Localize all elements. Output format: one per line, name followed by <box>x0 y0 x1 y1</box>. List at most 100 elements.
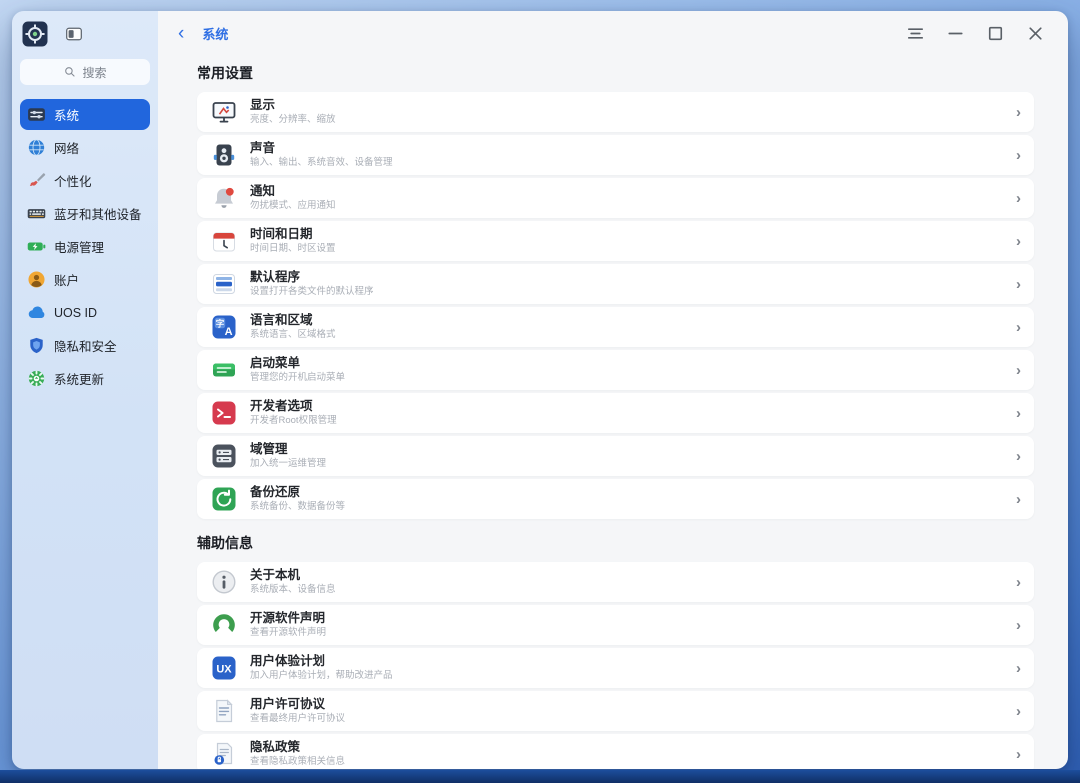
chevron-right-icon: › <box>1016 573 1021 591</box>
settings-row[interactable]: 开发者选项 开发者Root权限管理 › <box>197 393 1034 433</box>
system-sliders-icon <box>27 105 46 124</box>
row-title: 备份还原 <box>250 485 301 500</box>
window-controls <box>903 21 1048 46</box>
sidebar-item-8[interactable]: 系统更新 <box>20 363 150 394</box>
row-subtitle: 设置打开各类文件的默认程序 <box>250 285 374 297</box>
sidebar-item-3[interactable]: 蓝牙和其他设备 <box>20 198 150 229</box>
search-placeholder: 搜索 <box>82 65 107 80</box>
page-title: 系统 <box>202 26 229 42</box>
settings-row[interactable]: 用户许可协议 查看最终用户许可协议 › <box>197 691 1034 731</box>
sidebar-item-label: 系统 <box>54 109 80 123</box>
row-subtitle: 加入统一运维管理 <box>250 457 327 469</box>
privacy-shield-icon <box>27 336 46 355</box>
row-subtitle: 管理您的开机启动菜单 <box>250 371 346 383</box>
sidebar-item-5[interactable]: 账户 <box>20 264 150 295</box>
control-center-logo-icon <box>22 21 48 47</box>
row-subtitle: 加入用户体验计划，帮助改进产品 <box>250 669 393 681</box>
maximize-icon[interactable] <box>983 21 1008 46</box>
sidebar-item-0[interactable]: 系统 <box>20 99 150 130</box>
row-title: 通知 <box>250 184 276 199</box>
row-subtitle: 时间日期、时区设置 <box>250 242 336 254</box>
settings-window: 搜索 系统 网络 个性化 蓝牙和其他设备 电源管理 账户 UOS ID 隐私和安… <box>12 11 1068 769</box>
default-apps-icon <box>211 271 237 297</box>
row-title: 隐私政策 <box>250 740 301 755</box>
sidebar-toggle-icon[interactable] <box>64 24 84 44</box>
svg-text:A: A <box>225 326 233 338</box>
section-title: 常用设置 <box>197 65 253 81</box>
row-title: 开发者选项 <box>250 399 313 414</box>
sidebar-item-1[interactable]: 网络 <box>20 132 150 163</box>
sidebar-item-label: 电源管理 <box>54 241 105 255</box>
row-subtitle: 查看开源软件声明 <box>250 626 327 638</box>
backup-restore-icon <box>211 486 237 512</box>
sidebar-item-2[interactable]: 个性化 <box>20 165 150 196</box>
row-subtitle: 查看最终用户许可协议 <box>250 712 346 724</box>
svg-text:UX: UX <box>216 663 232 675</box>
row-title: 显示 <box>250 98 276 113</box>
developer-terminal-icon <box>211 400 237 426</box>
bluetooth-devices-icon <box>27 204 46 223</box>
boot-menu-icon <box>211 357 237 383</box>
row-subtitle: 系统版本、设备信息 <box>250 583 336 595</box>
settings-row[interactable]: 隐私政策 查看隐私政策相关信息 › <box>197 734 1034 769</box>
row-title: 关于本机 <box>250 568 301 583</box>
close-icon[interactable] <box>1023 21 1048 46</box>
sidebar-nav: 系统 网络 个性化 蓝牙和其他设备 电源管理 账户 UOS ID 隐私和安全 系… <box>20 99 150 394</box>
search-input[interactable]: 搜索 <box>20 59 150 85</box>
ux-program-icon: UX <box>211 655 237 681</box>
minimize-icon[interactable] <box>943 21 968 46</box>
network-globe-icon <box>27 138 46 157</box>
row-title: 启动菜单 <box>250 356 301 371</box>
sidebar-item-label: 隐私和安全 <box>54 340 117 354</box>
settings-row[interactable]: UX 用户体验计划 加入用户体验计划，帮助改进产品 › <box>197 648 1034 688</box>
section-title: 辅助信息 <box>197 535 253 551</box>
svg-text:字: 字 <box>216 318 225 328</box>
settings-row[interactable]: 时间和日期 时间日期、时区设置 › <box>197 221 1034 261</box>
sidebar-item-label: UOS ID <box>54 305 98 320</box>
row-subtitle: 系统语言、区域格式 <box>250 328 336 340</box>
settings-row[interactable]: 通知 勿扰模式、应用通知 › <box>197 178 1034 218</box>
chevron-right-icon: › <box>1016 447 1021 465</box>
settings-row[interactable]: 启动菜单 管理您的开机启动菜单 › <box>197 350 1034 390</box>
settings-row[interactable]: 显示 亮度、分辨率、缩放 › <box>197 92 1034 132</box>
sound-speaker-icon <box>211 142 237 168</box>
desktop-background: 搜索 系统 网络 个性化 蓝牙和其他设备 电源管理 账户 UOS ID 隐私和安… <box>0 0 1080 783</box>
datetime-calendar-icon <box>211 228 237 254</box>
row-title: 默认程序 <box>250 270 301 285</box>
uos-id-cloud-icon <box>27 303 46 322</box>
sidebar-item-label: 网络 <box>54 142 80 156</box>
row-title: 用户体验计划 <box>250 654 326 669</box>
main-panel: ‹ 系统 常用设置 显示 亮度、分辨率、缩放 › 声音 输入、输出、系统音效、设… <box>158 11 1068 769</box>
sidebar-item-label: 个性化 <box>54 175 92 189</box>
settings-row[interactable]: 备份还原 系统备份、数据备份等 › <box>197 479 1034 519</box>
settings-row[interactable]: 域管理 加入统一运维管理 › <box>197 436 1034 476</box>
sidebar-titlebar <box>20 21 150 59</box>
titlebar: ‹ 系统 <box>158 11 1068 55</box>
chevron-right-icon: › <box>1016 146 1021 164</box>
settings-row[interactable]: 字A 语言和区域 系统语言、区域格式 › <box>197 307 1034 347</box>
settings-row[interactable]: 关于本机 系统版本、设备信息 › <box>197 562 1034 602</box>
settings-row[interactable]: 声音 输入、输出、系统音效、设备管理 › <box>197 135 1034 175</box>
row-title: 用户许可协议 <box>250 697 326 712</box>
chevron-right-icon: › <box>1016 361 1021 379</box>
row-title: 声音 <box>250 141 276 156</box>
settings-section: 辅助信息 关于本机 系统版本、设备信息 › 开源软件声明 查看开源软件声明 › … <box>197 533 1034 769</box>
chevron-right-icon: › <box>1016 404 1021 422</box>
chevron-right-icon: › <box>1016 318 1021 336</box>
settings-section: 常用设置 显示 亮度、分辨率、缩放 › 声音 输入、输出、系统音效、设备管理 ›… <box>197 63 1034 519</box>
settings-row[interactable]: 开源软件声明 查看开源软件声明 › <box>197 605 1034 645</box>
chevron-right-icon: › <box>1016 659 1021 677</box>
sidebar-item-6[interactable]: UOS ID <box>20 297 150 328</box>
menu-icon[interactable] <box>903 21 928 46</box>
settings-row[interactable]: 默认程序 设置打开各类文件的默认程序 › <box>197 264 1034 304</box>
chevron-right-icon: › <box>1016 702 1021 720</box>
sidebar: 搜索 系统 网络 个性化 蓝牙和其他设备 电源管理 账户 UOS ID 隐私和安… <box>12 11 158 769</box>
back-button[interactable]: ‹ <box>174 24 188 43</box>
system-update-icon <box>27 369 46 388</box>
chevron-right-icon: › <box>1016 275 1021 293</box>
sidebar-item-4[interactable]: 电源管理 <box>20 231 150 262</box>
chevron-right-icon: › <box>1016 189 1021 207</box>
notification-bell-icon <box>211 185 237 211</box>
row-subtitle: 开发者Root权限管理 <box>250 414 337 426</box>
sidebar-item-7[interactable]: 隐私和安全 <box>20 330 150 361</box>
